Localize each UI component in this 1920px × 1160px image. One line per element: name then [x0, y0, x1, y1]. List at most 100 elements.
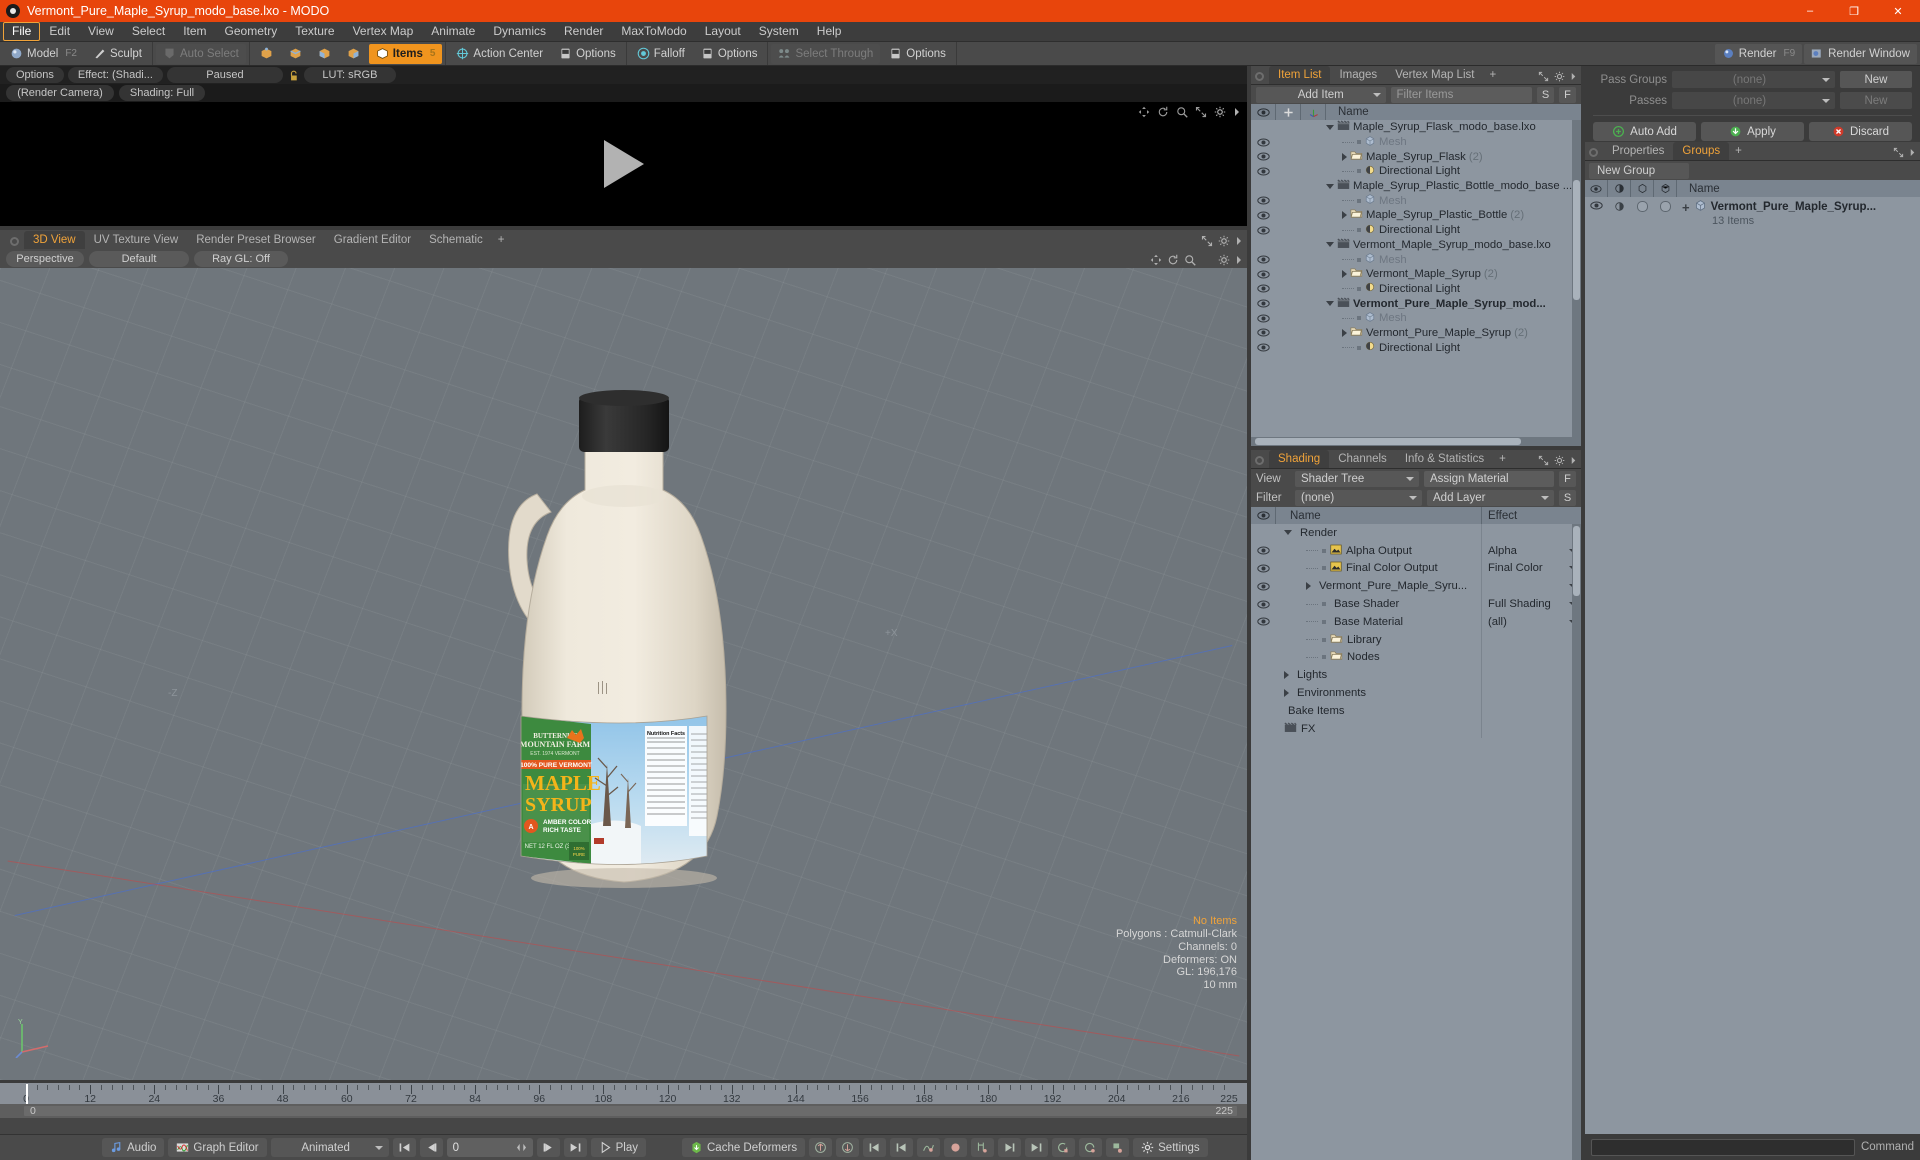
shading-f-button[interactable]: F: [1559, 470, 1576, 487]
action-center-button[interactable]: Action Center: [449, 44, 550, 64]
shader-effect-cell[interactable]: Full Shading: [1481, 595, 1581, 613]
auto-select-button[interactable]: Auto Select: [155, 43, 246, 64]
minimize-button[interactable]: –: [1788, 0, 1832, 22]
add-layer-dropdown[interactable]: Add Layer: [1427, 489, 1554, 506]
shader-tree-row[interactable]: Final Color Output Final Color: [1251, 559, 1581, 578]
shading-s-button[interactable]: S: [1559, 489, 1576, 506]
tab-groups-add-tab-button[interactable]: +: [1729, 142, 1748, 160]
add-item-dropdown[interactable]: Add Item: [1256, 86, 1386, 103]
maple-syrup-bottle-model[interactable]: BUTTERNUT MOUNTAIN FARM EST. 1974 VERMON…: [499, 386, 749, 986]
viewport-projection-dropdown[interactable]: Perspective: [6, 250, 84, 267]
shader-tree-row[interactable]: Render: [1251, 524, 1581, 542]
shader-tree-row[interactable]: Environments: [1251, 684, 1581, 702]
collapse-arrow-icon[interactable]: [1326, 183, 1334, 189]
preview-lock-icon[interactable]: [287, 69, 300, 82]
shader-tree-row[interactable]: Bake Items: [1251, 701, 1581, 720]
visibility-toggle-icon[interactable]: [1251, 226, 1276, 235]
shader-tree-row[interactable]: Alpha Output Alpha: [1251, 541, 1581, 560]
pass-groups-new-button[interactable]: New: [1840, 71, 1912, 88]
shader-effect-cell[interactable]: (all): [1481, 612, 1581, 631]
mode-model-button[interactable]: Model F2: [3, 44, 84, 64]
visibility-toggle-icon[interactable]: [1251, 299, 1276, 308]
mode-sculpt-button[interactable]: Sculpt: [86, 44, 149, 64]
item-list-row[interactable]: Mesh: [1251, 193, 1581, 208]
tab-viewport-uv-texture-view[interactable]: UV Texture View: [84, 231, 188, 249]
menu-item-system[interactable]: System: [750, 22, 808, 41]
item-list-body[interactable]: Maple_Syrup_Flask_modo_base.lxo Mesh Maple…: [1251, 120, 1581, 437]
items-mode-button[interactable]: Items 5: [368, 43, 443, 64]
panel-menu-icon[interactable]: [1570, 72, 1577, 81]
auto-add-button[interactable]: Auto Add: [1593, 122, 1696, 141]
tab-viewport-render-preset-browser[interactable]: Render Preset Browser: [187, 231, 325, 249]
shader-tree-row[interactable]: Nodes: [1251, 648, 1581, 667]
filter-f-button[interactable]: F: [1559, 86, 1576, 103]
item-list-row[interactable]: Directional Light: [1251, 223, 1581, 238]
visibility-toggle-icon[interactable]: [1251, 270, 1276, 279]
shader-tree-row[interactable]: FX: [1251, 719, 1581, 738]
last-key-button[interactable]: [1025, 1138, 1049, 1157]
tab-itemlist-add-tab-button[interactable]: +: [1483, 66, 1503, 84]
tab-groups-groups[interactable]: Groups: [1673, 142, 1730, 160]
select-through-options-button[interactable]: Options: [882, 44, 953, 64]
move-icon[interactable]: [1150, 254, 1162, 266]
render-preview-canvas[interactable]: [0, 102, 1247, 226]
menu-item-render[interactable]: Render: [555, 22, 612, 41]
tab-itemlist-images[interactable]: Images: [1330, 66, 1387, 84]
rotate-icon[interactable]: [1157, 106, 1169, 118]
vertices-mode-button[interactable]: [253, 44, 280, 64]
maximize-button[interactable]: ❐: [1832, 0, 1876, 22]
zoom-icon[interactable]: [1176, 106, 1188, 118]
edges-mode-button[interactable]: [282, 44, 309, 64]
menu-item-maxtomodo[interactable]: MaxToModo: [612, 22, 695, 41]
maximize-panel-icon[interactable]: [1538, 455, 1549, 466]
preview-options-button[interactable]: Options: [6, 67, 64, 83]
falloff-options-button[interactable]: Options: [694, 44, 765, 64]
menu-item-item[interactable]: Item: [174, 22, 215, 41]
gear-icon[interactable]: [1218, 235, 1230, 247]
group-visibility-toggle[interactable]: [1585, 199, 1608, 210]
visibility-toggle-icon[interactable]: [1251, 582, 1276, 591]
zoom-icon[interactable]: [1184, 254, 1196, 266]
expand-arrow-icon[interactable]: [1342, 152, 1347, 161]
visibility-toggle-icon[interactable]: [1251, 546, 1276, 555]
visibility-toggle-icon[interactable]: [1251, 343, 1276, 352]
shader-tree-row[interactable]: Vermont_Pure_Maple_Syru...: [1251, 577, 1581, 596]
filter-items-input[interactable]: Filter Items: [1390, 86, 1532, 103]
graph-editor-button[interactable]: Graph Editor: [168, 1138, 267, 1157]
expand-arrow-icon[interactable]: [1284, 689, 1289, 698]
shader-effect-cell[interactable]: Final Color: [1481, 559, 1581, 578]
prev-key-button[interactable]: [863, 1138, 887, 1157]
tab-viewport-gradient-editor[interactable]: Gradient Editor: [324, 231, 421, 249]
apply-button[interactable]: Apply: [1701, 122, 1804, 141]
key-delete-icon-button[interactable]: [836, 1138, 860, 1157]
action-center-options-button[interactable]: Options: [552, 44, 623, 64]
filter-s-button[interactable]: S: [1537, 86, 1554, 103]
go-to-end-button[interactable]: [563, 1138, 587, 1157]
shader-tree-row[interactable]: Lights: [1251, 666, 1581, 685]
expand-arrow-icon[interactable]: [1342, 328, 1347, 337]
loop-key-button[interactable]: [1052, 1138, 1076, 1157]
bake-key-button[interactable]: [1106, 1138, 1130, 1157]
maximize-panel-icon[interactable]: [1893, 147, 1904, 158]
panel-handle-icon[interactable]: [1255, 456, 1264, 465]
visibility-toggle-icon[interactable]: [1251, 255, 1276, 264]
shader-tree-row[interactable]: Base Shader Full Shading: [1251, 595, 1581, 613]
cache-deformers-button[interactable]: Cache Deformers: [682, 1138, 806, 1157]
curve-key-button[interactable]: [917, 1138, 941, 1157]
viewport-3d-canvas[interactable]: +X -Z BUTTERNUT MOUNTAIN FARM EST. 1974 …: [0, 268, 1247, 1080]
audio-button[interactable]: Audio: [102, 1138, 165, 1157]
assign-material-button[interactable]: Assign Material: [1424, 470, 1554, 487]
shader-effect-cell[interactable]: [1481, 577, 1581, 596]
visibility-toggle-icon[interactable]: [1251, 284, 1276, 293]
panel-menu-icon[interactable]: [1235, 255, 1243, 265]
viewport-raygl-toggle[interactable]: Ray GL: Off: [194, 250, 288, 267]
panel-handle-icon[interactable]: [1589, 148, 1598, 157]
visibility-toggle-icon[interactable]: [1251, 196, 1276, 205]
tab-viewport-add-tab-button[interactable]: +: [491, 231, 511, 249]
tab-itemlist-item-list[interactable]: Item List: [1269, 66, 1331, 84]
rotate-icon[interactable]: [1167, 254, 1179, 266]
cycle-key-button[interactable]: [1079, 1138, 1103, 1157]
group-expand-button[interactable]: +: [1682, 200, 1690, 215]
menu-item-animate[interactable]: Animate: [422, 22, 484, 41]
key-create-icon-button[interactable]: [809, 1138, 833, 1157]
